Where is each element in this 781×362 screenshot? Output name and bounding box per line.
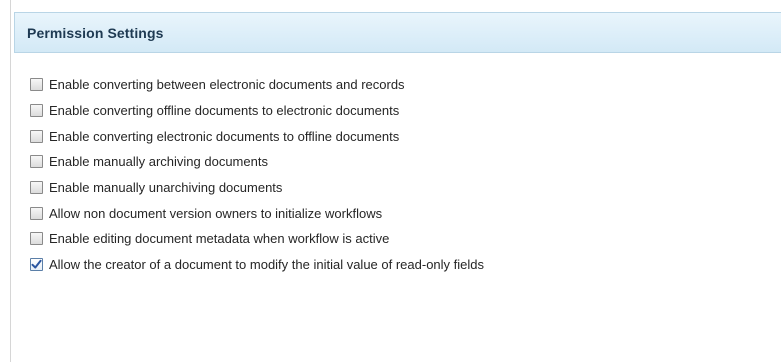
option-label[interactable]: Enable editing document metadata when wo… <box>49 231 389 246</box>
permission-option-non-owner-workflows[interactable]: Allow non document version owners to ini… <box>14 200 781 226</box>
checkbox[interactable] <box>30 104 43 118</box>
permission-option-manual-archive[interactable]: Enable manually archiving documents <box>14 149 781 175</box>
checkbox[interactable] <box>30 78 43 92</box>
permission-option-convert-electronic-to-offline[interactable]: Enable converting electronic documents t… <box>14 123 781 149</box>
permission-option-convert-offline-to-electronic[interactable]: Enable converting offline documents to e… <box>14 98 781 124</box>
option-label[interactable]: Enable manually unarchiving documents <box>49 180 282 195</box>
option-label[interactable]: Enable converting between electronic doc… <box>49 77 405 92</box>
checkbox[interactable] <box>30 232 43 246</box>
option-label[interactable]: Enable manually archiving documents <box>49 154 268 169</box>
option-label[interactable]: Allow non document version owners to ini… <box>49 206 382 221</box>
checkbox[interactable] <box>30 129 43 143</box>
permission-option-manual-unarchive[interactable]: Enable manually unarchiving documents <box>14 175 781 201</box>
permission-option-creator-modify-readonly[interactable]: Allow the creator of a document to modif… <box>14 252 781 278</box>
checkbox[interactable] <box>30 155 43 169</box>
panel-header: Permission Settings <box>14 12 781 53</box>
permission-settings-panel: Permission Settings Enable converting be… <box>14 12 781 362</box>
option-label[interactable]: Enable converting electronic documents t… <box>49 129 399 144</box>
permission-option-convert-electronic-records[interactable]: Enable converting between electronic doc… <box>14 72 781 98</box>
checkmark-icon <box>31 259 42 269</box>
permission-option-edit-metadata-active-workflow[interactable]: Enable editing document metadata when wo… <box>14 226 781 252</box>
option-label[interactable]: Enable converting offline documents to e… <box>49 103 399 118</box>
option-label[interactable]: Allow the creator of a document to modif… <box>49 257 484 272</box>
checkbox[interactable] <box>30 181 43 195</box>
panel-title: Permission Settings <box>27 24 164 41</box>
left-divider <box>10 0 11 362</box>
checkbox[interactable] <box>30 206 43 220</box>
permission-options-list: Enable converting between electronic doc… <box>14 53 781 278</box>
checkbox[interactable] <box>30 258 43 272</box>
permission-settings-screen: Permission Settings Enable converting be… <box>0 0 781 362</box>
